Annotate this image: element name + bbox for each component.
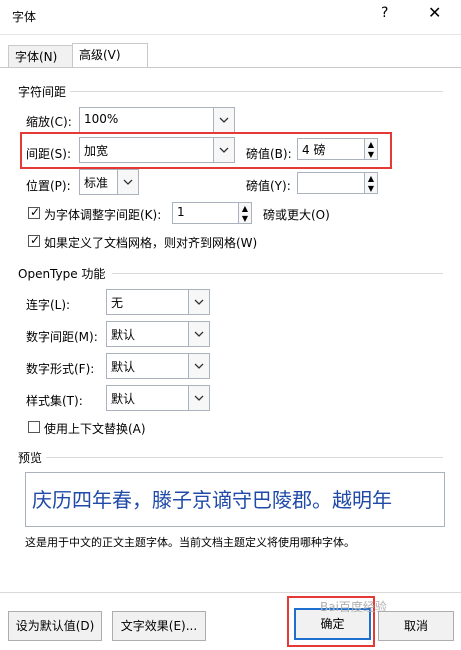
spacing-points-value: 4 磅 [302, 143, 326, 157]
chevron-down-icon[interactable] [117, 170, 138, 194]
cancel-button[interactable]: 取消 [378, 611, 454, 641]
set-default-button[interactable]: 设为默认值(D) [8, 611, 102, 641]
section-line-preview [46, 457, 443, 458]
numform-combo[interactable]: 默认 [106, 353, 210, 379]
scale-label: 缩放(C): [26, 115, 72, 129]
scale-combo[interactable]: 100% [79, 107, 235, 133]
spacing-value: 加宽 [84, 144, 109, 158]
section-character-spacing: 字符间距 [18, 85, 67, 99]
window-title: 字体 [12, 10, 37, 24]
ligatures-label: 连字(L): [26, 298, 71, 312]
numspacing-value: 默认 [111, 328, 136, 342]
spinner-up-icon[interactable]: ▲ [365, 139, 377, 149]
watermark-text: Bai百度经验 [320, 600, 387, 614]
chevron-down-icon[interactable] [213, 138, 234, 162]
grid-align-label: 如果定义了文档网格，则对齐到网格(W) [44, 236, 258, 250]
numform-label: 数字形式(F): [26, 362, 95, 376]
spacing-points-spinner[interactable]: 4 磅 ▲ ▼ [297, 138, 378, 160]
cancel-label: 取消 [403, 619, 428, 633]
position-value: 标准 [84, 176, 109, 190]
styleset-value: 默认 [111, 392, 136, 406]
chevron-down-icon[interactable] [213, 108, 234, 132]
kerning-value: 1 [177, 205, 185, 219]
spinner-buttons: ▲ ▼ [238, 203, 251, 223]
chevron-down-icon[interactable] [188, 354, 209, 378]
tab-divider [0, 67, 461, 68]
section-preview: 预览 [18, 451, 43, 465]
contextual-label: 使用上下文替换(A) [44, 422, 146, 436]
kerning-label: 为字体调整字间距(K): [44, 208, 162, 222]
spacing-combo[interactable]: 加宽 [79, 137, 235, 163]
spacing-points-label: 磅值(B): [246, 147, 292, 161]
tab-advanced[interactable]: 高级(V) [72, 43, 148, 68]
kerning-unit-label: 磅或更大(O) [263, 208, 330, 222]
preview-description: 这是用于中文的正文主题字体。当前文档主题定义将使用哪种字体。 [25, 536, 355, 549]
position-combo[interactable]: 标准 [79, 169, 139, 195]
close-icon[interactable]: ✕ [428, 3, 441, 22]
section-line-opentype [112, 273, 443, 274]
text-effects-label: 文字效果(E)... [120, 619, 198, 633]
spinner-buttons: ▲ ▼ [364, 173, 377, 193]
text-effects-button[interactable]: 文字效果(E)... [112, 611, 206, 641]
chevron-down-icon[interactable] [188, 322, 209, 346]
styleset-combo[interactable]: 默认 [106, 385, 210, 411]
contextual-checkbox[interactable] [28, 421, 40, 433]
help-icon[interactable]: ? [381, 5, 388, 21]
preview-box: 庆历四年春，滕子京谪守巴陵郡。越明年 [25, 472, 445, 527]
spinner-down-icon[interactable]: ▼ [239, 213, 251, 223]
chevron-down-icon[interactable] [188, 386, 209, 410]
ligatures-combo[interactable]: 无 [106, 289, 210, 315]
ok-label: 确定 [320, 617, 345, 631]
tab-advanced-label: 高级(V) [79, 48, 121, 62]
spinner-buttons: ▲ ▼ [364, 139, 377, 159]
kerning-spinner[interactable]: 1 ▲ ▼ [172, 202, 252, 224]
spinner-down-icon[interactable]: ▼ [365, 183, 377, 193]
position-label: 位置(P): [26, 179, 71, 193]
numspacing-combo[interactable]: 默认 [106, 321, 210, 347]
position-points-label: 磅值(Y): [246, 179, 291, 193]
scale-value: 100% [84, 112, 119, 126]
section-opentype: OpenType 功能 [18, 267, 106, 281]
spinner-up-icon[interactable]: ▲ [239, 203, 251, 213]
grid-align-checkbox[interactable] [28, 233, 40, 247]
tab-font-label: 字体(N) [15, 50, 58, 64]
spinner-down-icon[interactable]: ▼ [365, 149, 377, 159]
kerning-checkbox[interactable] [28, 205, 40, 219]
ligatures-value: 无 [111, 296, 124, 310]
preview-text: 庆历四年春，滕子京谪守巴陵郡。越明年 [32, 488, 392, 512]
title-bar [0, 0, 461, 35]
spinner-up-icon[interactable]: ▲ [365, 173, 377, 183]
position-points-spinner[interactable]: ▲ ▼ [297, 172, 378, 194]
numform-value: 默认 [111, 360, 136, 374]
numspacing-label: 数字间距(M): [26, 330, 98, 344]
styleset-label: 样式集(T): [26, 394, 83, 408]
set-default-label: 设为默认值(D) [15, 619, 95, 633]
section-line-spacing [70, 91, 443, 92]
chevron-down-icon[interactable] [188, 290, 209, 314]
spacing-label: 间距(S): [26, 147, 72, 161]
